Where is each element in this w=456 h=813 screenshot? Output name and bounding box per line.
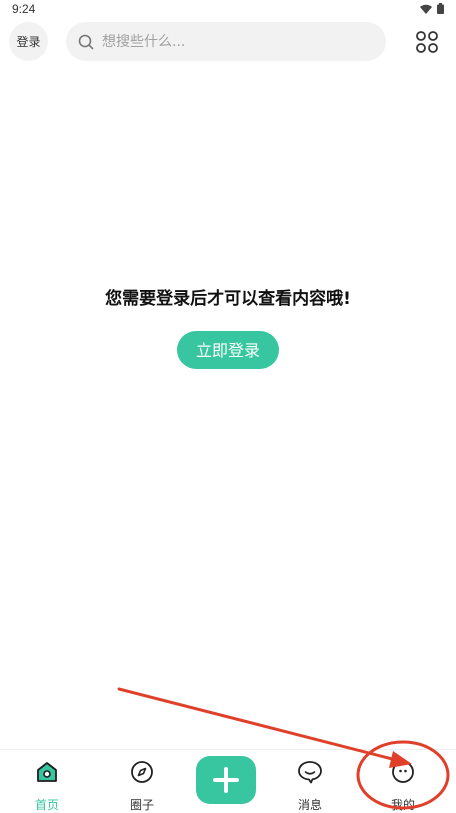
bottom-tab-bar: 首页 圈子 消息 我的 — [0, 749, 456, 812]
header: 登录 — [0, 22, 456, 62]
login-now-button[interactable]: 立即登录 — [177, 331, 279, 369]
compass-icon — [110, 758, 174, 786]
tab-messages-label: 消息 — [297, 798, 322, 812]
search-icon — [78, 34, 94, 50]
search-bar[interactable] — [66, 22, 386, 61]
message-icon — [278, 758, 342, 786]
status-icons — [420, 3, 444, 14]
tab-circles-label: 圈子 — [129, 798, 154, 812]
login-prompt-text: 您需要登录后才可以查看内容哦! — [105, 289, 351, 309]
login-chip-button[interactable]: 登录 — [9, 22, 48, 61]
tab-messages[interactable]: 消息 — [278, 758, 342, 813]
home-icon — [15, 758, 79, 786]
grid-menu-icon — [416, 31, 438, 53]
status-bar: 9:24 — [0, 0, 456, 18]
tab-home-label: 首页 — [34, 798, 59, 812]
status-time: 9:24 — [12, 2, 36, 16]
add-icon — [213, 767, 239, 793]
login-chip-label: 登录 — [16, 35, 41, 49]
tab-mine[interactable]: 我的 — [371, 758, 435, 813]
search-input[interactable] — [100, 32, 364, 51]
tab-home[interactable]: 首页 — [15, 758, 79, 813]
wifi-icon — [420, 4, 432, 14]
add-post-button[interactable] — [196, 756, 256, 804]
battery-icon — [437, 3, 444, 14]
tab-mine-label: 我的 — [390, 798, 415, 812]
tab-circles[interactable]: 圈子 — [110, 758, 174, 813]
annotation-overlay — [117, 687, 450, 810]
profile-icon — [371, 758, 435, 786]
login-prompt-block: 您需要登录后才可以查看内容哦! 立即登录 — [0, 284, 456, 369]
grid-menu-button[interactable] — [414, 29, 440, 55]
